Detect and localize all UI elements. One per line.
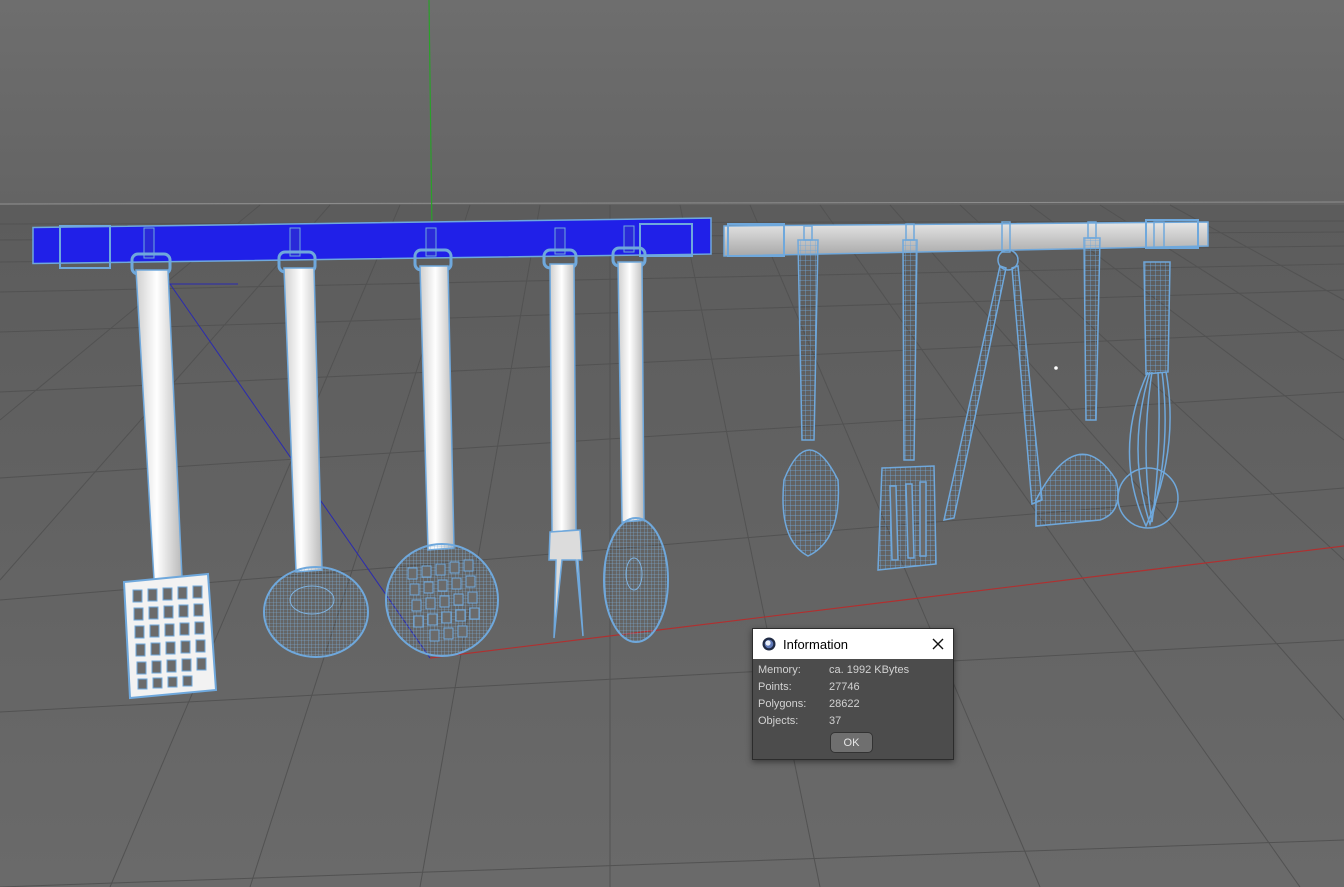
polygons-label: Polygons: <box>758 698 807 710</box>
objects-value: 37 <box>829 715 842 727</box>
viewport-floor <box>0 205 1344 887</box>
memory-value: ca. 1992 KBytes <box>829 664 910 676</box>
memory-row: Memory: ca. 1992 KBytes <box>758 664 948 678</box>
dialog-titlebar[interactable]: Information <box>753 629 953 659</box>
viewport-sky <box>0 0 1344 205</box>
memory-label: Memory: <box>758 664 801 676</box>
ok-button[interactable]: OK <box>830 732 873 753</box>
information-dialog: Information Memory: ca. 1992 KBytes Poin… <box>752 628 954 760</box>
3d-viewport[interactable] <box>0 0 1344 887</box>
points-label: Points: <box>758 681 792 693</box>
objects-label: Objects: <box>758 715 799 727</box>
points-row: Points: 27746 <box>758 681 948 695</box>
polygons-row: Polygons: 28622 <box>758 698 948 712</box>
polygons-value: 28622 <box>829 698 860 710</box>
cursor-dot <box>1054 366 1058 370</box>
points-value: 27746 <box>829 681 860 693</box>
objects-row: Objects: 37 <box>758 715 948 729</box>
close-icon[interactable] <box>929 635 947 653</box>
dialog-title: Information <box>783 637 849 652</box>
cinema4d-logo-icon <box>762 637 776 651</box>
